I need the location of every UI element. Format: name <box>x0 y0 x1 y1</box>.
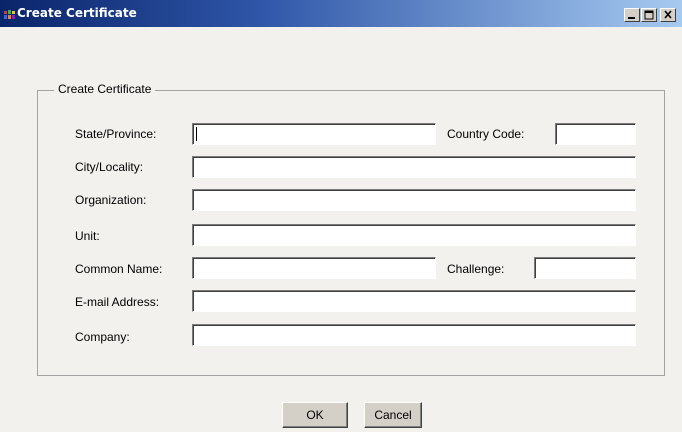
challenge-label: Challenge: <box>447 262 505 276</box>
app-icon <box>4 9 18 19</box>
close-icon <box>664 10 672 19</box>
city-locality-input[interactable] <box>193 157 635 177</box>
company-field[interactable] <box>192 324 636 346</box>
common-name-label: Common Name: <box>75 262 163 276</box>
text-caret <box>196 127 197 141</box>
country-code-field[interactable] <box>555 123 636 145</box>
minimize-icon <box>628 17 635 19</box>
title-bar[interactable]: Create Certificate <box>0 0 682 27</box>
groupbox-legend: Create Certificate <box>54 82 156 96</box>
unit-input[interactable] <box>193 225 635 245</box>
ok-button[interactable]: OK <box>282 402 348 428</box>
company-input[interactable] <box>193 325 635 345</box>
state-province-input[interactable] <box>193 124 435 144</box>
window-title: Create Certificate <box>17 6 137 20</box>
maximize-icon <box>644 10 654 20</box>
minimize-button[interactable] <box>624 8 640 22</box>
city-locality-label: City/Locality: <box>75 160 144 174</box>
cancel-button[interactable]: Cancel <box>364 402 422 428</box>
unit-field[interactable] <box>192 224 636 246</box>
email-address-field[interactable] <box>192 290 636 312</box>
organization-input[interactable] <box>193 190 635 210</box>
city-locality-field[interactable] <box>192 156 636 178</box>
create-certificate-window: Create Certificate Create Certificate St… <box>0 0 682 432</box>
common-name-input[interactable] <box>193 258 435 278</box>
state-province-label: State/Province: <box>75 127 157 141</box>
close-button[interactable] <box>660 8 676 22</box>
company-label: Company: <box>75 330 130 344</box>
challenge-input[interactable] <box>535 258 635 278</box>
email-address-label: E-mail Address: <box>75 295 160 309</box>
state-province-field[interactable] <box>192 123 436 145</box>
organization-field[interactable] <box>192 189 636 211</box>
common-name-field[interactable] <box>192 257 436 279</box>
organization-label: Organization: <box>75 193 147 207</box>
unit-label: Unit: <box>75 229 100 243</box>
email-address-input[interactable] <box>193 291 635 311</box>
country-code-input[interactable] <box>556 124 635 144</box>
country-code-label: Country Code: <box>447 127 525 141</box>
maximize-button[interactable] <box>641 8 657 22</box>
challenge-field[interactable] <box>534 257 636 279</box>
